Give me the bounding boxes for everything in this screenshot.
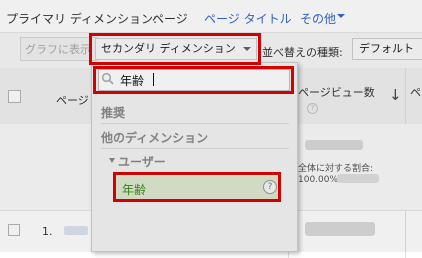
- column-header-page[interactable]: ページ: [56, 92, 89, 108]
- sort-type-select[interactable]: デフォルト: [352, 38, 422, 60]
- arrow-down-icon[interactable]: ↓: [389, 88, 402, 103]
- section-other-dimensions: 他のディメンション: [101, 131, 209, 145]
- total-percent-label: 全体に対する割合:: [298, 164, 374, 174]
- section-recommended: 推奨: [101, 106, 126, 120]
- row-index: 1.: [42, 225, 53, 238]
- highlight-age-option: [113, 172, 281, 202]
- row-checkbox[interactable]: [8, 224, 20, 236]
- sort-type-label: 並べ替えの種類:: [262, 46, 343, 59]
- redacted-page-path[interactable]: [64, 226, 88, 235]
- group-user[interactable]: ユーザー: [118, 153, 166, 170]
- primary-dimension-page-title-link[interactable]: ページ タイトル: [204, 10, 292, 27]
- redacted-row-value: [305, 222, 375, 236]
- help-circle-icon[interactable]: ?: [307, 103, 318, 114]
- column-header-next[interactable]: ペ: [410, 84, 421, 100]
- caret-down-icon[interactable]: [337, 14, 345, 18]
- primary-dimension-other-link[interactable]: その他: [300, 10, 336, 27]
- divider: [101, 148, 289, 149]
- highlight-search-input: [93, 66, 294, 94]
- highlight-secondary-dimension: [89, 33, 261, 65]
- caret-down-icon[interactable]: [109, 158, 115, 163]
- primary-dimension-label: プライマリ ディメンション:: [6, 12, 158, 26]
- redacted-total-count: [337, 174, 379, 183]
- primary-dimension-current: ページ: [152, 12, 188, 26]
- plot-rows-button[interactable]: グラフに表示: [20, 37, 98, 61]
- column-header-pageviews[interactable]: ページビュー数: [298, 84, 375, 100]
- select-all-checkbox[interactable]: [8, 90, 21, 103]
- divider: [101, 123, 289, 124]
- redacted-total-value: [305, 140, 363, 150]
